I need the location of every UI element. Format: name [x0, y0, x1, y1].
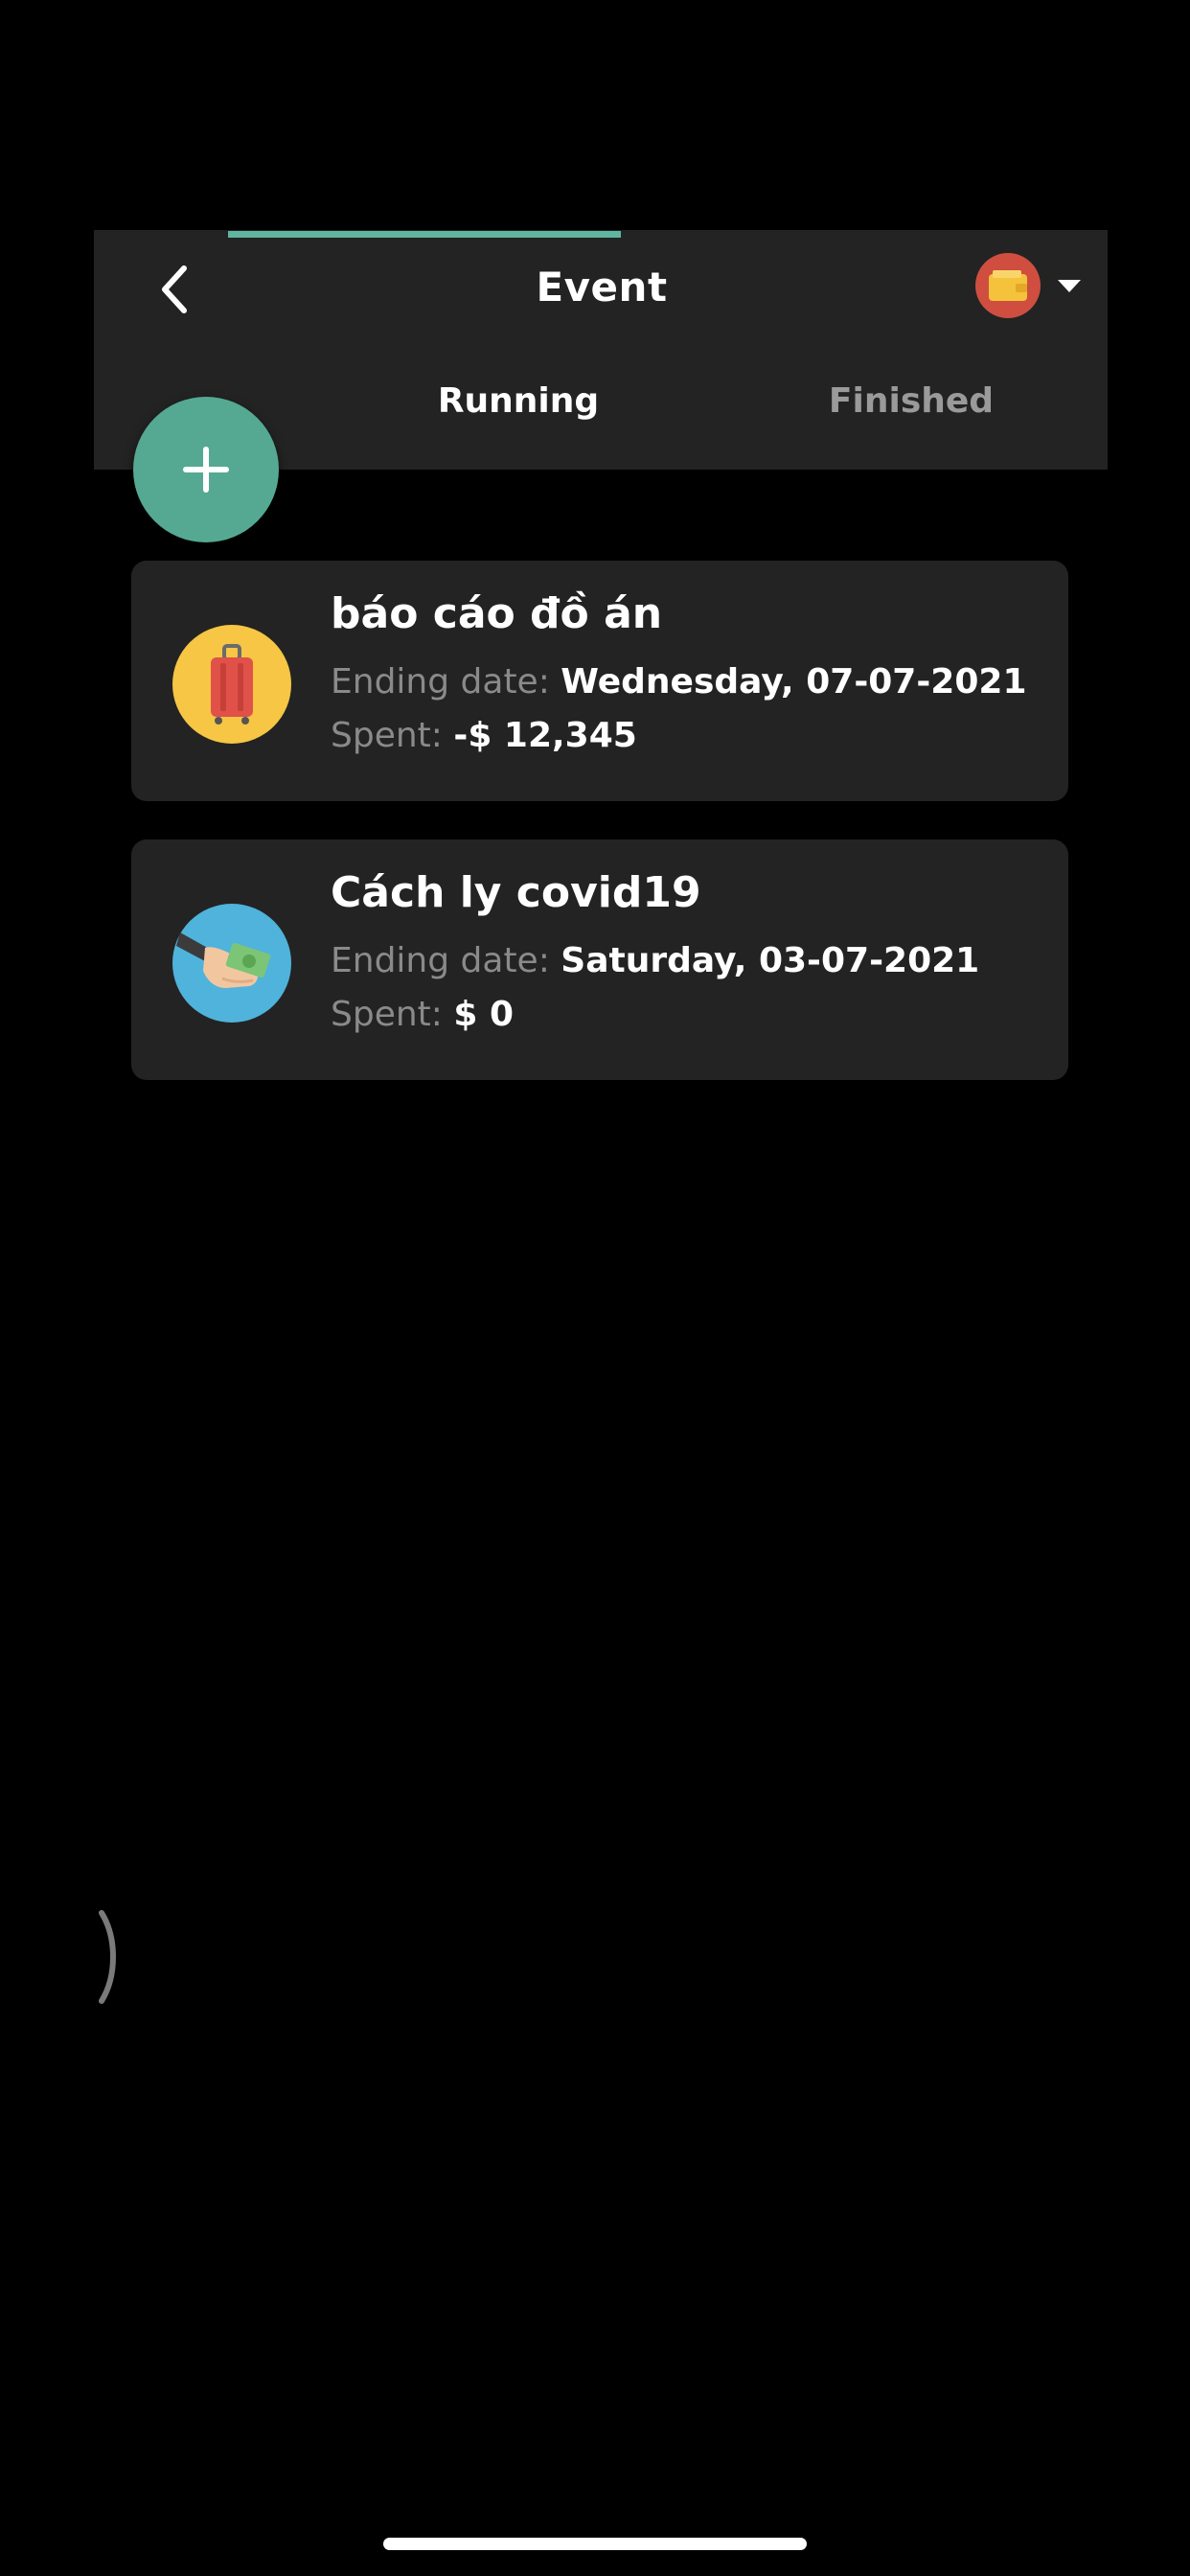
event-ending-date: Ending date: Saturday, 03-07-2021	[331, 941, 979, 980]
event-spent: Spent: -$ 12,345	[331, 716, 637, 755]
tab-finished[interactable]: Finished	[715, 364, 1108, 464]
chevron-left-icon	[162, 265, 187, 313]
ending-date-value: Saturday, 03-07-2021	[561, 941, 980, 980]
event-name: Cách ly covid19	[331, 868, 701, 917]
add-event-button[interactable]	[133, 397, 279, 542]
event-card[interactable]: Cách ly covid19 Ending date: Saturday, 0…	[131, 840, 1068, 1080]
edge-swipe-indicator	[99, 1910, 116, 2004]
active-tab-indicator	[228, 231, 621, 238]
tab-running[interactable]: Running	[322, 364, 715, 464]
luggage-icon	[172, 625, 291, 744]
caret-down-icon	[1058, 279, 1081, 292]
ending-date-value: Wednesday, 07-07-2021	[561, 662, 1027, 702]
ending-date-label: Ending date:	[331, 662, 550, 702]
hand-money-icon	[172, 904, 291, 1023]
event-name: báo cáo đồ án	[331, 589, 663, 638]
tab-running-label: Running	[437, 381, 600, 421]
tab-finished-label: Finished	[828, 381, 995, 421]
back-button[interactable]	[140, 255, 209, 324]
spent-label: Spent:	[331, 716, 443, 755]
event-ending-date: Ending date: Wednesday, 07-07-2021	[331, 662, 1027, 702]
plus-icon	[183, 447, 229, 493]
event-card[interactable]: báo cáo đồ án Ending date: Wednesday, 07…	[131, 561, 1068, 801]
home-indicator[interactable]	[383, 2538, 807, 2550]
wallet-selector[interactable]	[975, 249, 1100, 322]
ending-date-label: Ending date:	[331, 941, 550, 980]
wallet-icon	[975, 253, 1041, 318]
spent-value: -$ 12,345	[453, 716, 637, 755]
spent-value: $ 0	[453, 995, 515, 1034]
page-title: Event	[536, 264, 668, 310]
spent-label: Spent:	[331, 995, 443, 1034]
event-spent: Spent: $ 0	[331, 995, 514, 1034]
